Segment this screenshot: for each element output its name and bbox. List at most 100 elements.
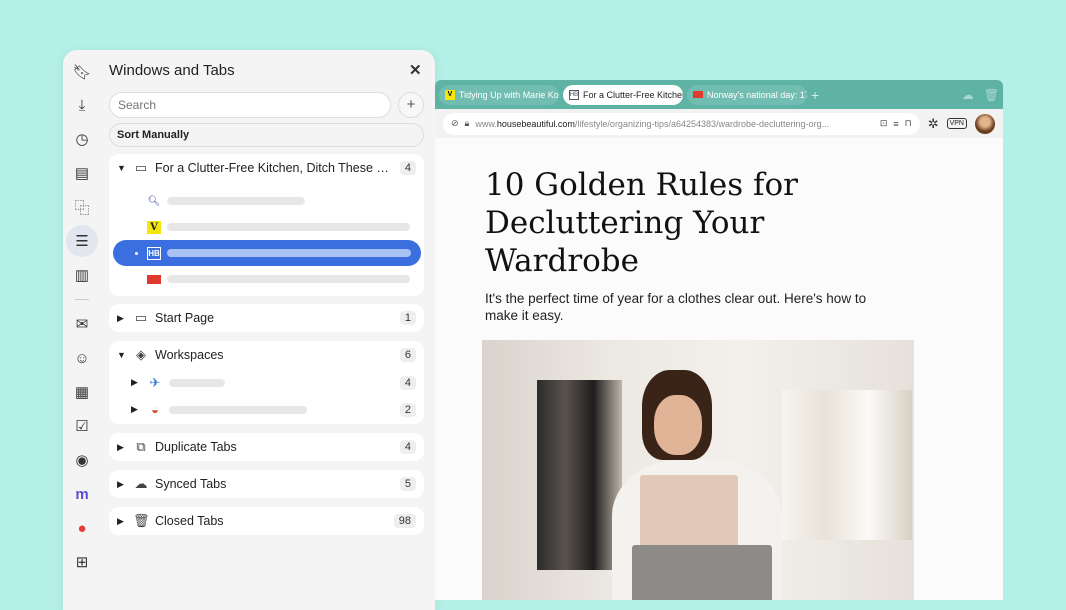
history-icon[interactable]: ◷ bbox=[70, 127, 94, 151]
tab-title-placeholder bbox=[167, 223, 410, 231]
lock-icon[interactable]: 🔒︎ bbox=[465, 118, 470, 129]
vogue-favicon-icon: V bbox=[445, 90, 455, 100]
bookmark-icon[interactable]: 🔖︎ bbox=[70, 60, 94, 84]
close-icon[interactable]: ✕ bbox=[409, 61, 422, 79]
group-header[interactable]: ▶⧉Duplicate Tabs4 bbox=[109, 433, 424, 461]
tab-row[interactable]: 🔍︎ bbox=[109, 188, 424, 214]
group-header[interactable]: ▶🗑︎Closed Tabs98 bbox=[109, 507, 424, 535]
window-header[interactable]: ▼ ▭ For a Clutter-Free Kitchen, Ditch Thes… bbox=[109, 154, 424, 182]
windows-and-tabs-panel: 🔖︎ ⤓ ◷ ▤ ⿻ ☰ ▥ ✉ ☺ ▦ ☑ ◉ m ● ⊞ Windows a… bbox=[63, 50, 435, 610]
add-panel-icon[interactable]: ⊞ bbox=[70, 550, 94, 574]
group-label: Closed Tabs bbox=[155, 514, 388, 528]
url-path: /lifestyle/organizing-tips/a64254383/war… bbox=[575, 119, 829, 129]
calendar-icon[interactable]: ▦ bbox=[70, 380, 94, 404]
count-badge: 6 bbox=[400, 348, 416, 362]
mail-icon[interactable]: ✉ bbox=[70, 312, 94, 336]
address-bar-row: ⊘ 🔒︎ www.housebeautiful.com/lifestyle/or… bbox=[435, 109, 1003, 138]
expand-icon[interactable]: ▼ bbox=[117, 163, 127, 173]
group-header[interactable]: ▶☁Synced Tabs5 bbox=[109, 470, 424, 498]
window-tabs-icon[interactable]: ☰ bbox=[66, 225, 98, 257]
download-icon[interactable]: ⤓ bbox=[70, 93, 94, 117]
notes-icon[interactable]: ▤ bbox=[70, 161, 94, 185]
expand-icon[interactable]: ▶ bbox=[117, 516, 127, 527]
tab-title-placeholder bbox=[167, 197, 305, 205]
feed-icon[interactable]: ⊡ bbox=[880, 118, 888, 129]
bookmark-icon[interactable]: ⊓ bbox=[905, 118, 912, 129]
mastodon-icon[interactable]: m bbox=[70, 482, 94, 506]
plane-icon: ✈ bbox=[147, 375, 163, 391]
avatar[interactable] bbox=[975, 114, 995, 134]
search-favicon-icon: 🔍︎ bbox=[147, 195, 161, 208]
expand-icon[interactable]: ▶ bbox=[131, 377, 141, 388]
workspace-row[interactable]: ▶✈4 bbox=[109, 369, 424, 396]
sort-select[interactable]: Sort Manually bbox=[109, 123, 424, 147]
expand-icon[interactable]: ▶ bbox=[117, 442, 127, 453]
count-badge: 1 bbox=[400, 311, 416, 325]
duplicate-icon: ⧉ bbox=[133, 439, 149, 455]
url-prefix: www. bbox=[475, 119, 497, 129]
tab-bar: V Tidying Up with Marie Kon HB For a Clutt… bbox=[435, 80, 1003, 109]
translate-icon[interactable]: ⿻ bbox=[70, 195, 94, 219]
start-page-group: ▶ ▭ Start Page 1 bbox=[109, 304, 424, 332]
expand-icon[interactable]: ▶ bbox=[117, 479, 127, 490]
article-subtitle: It's the perfect time of year for a clot… bbox=[485, 290, 885, 324]
trash-icon[interactable]: 🗑︎ bbox=[984, 88, 999, 102]
expand-icon[interactable]: ▼ bbox=[117, 350, 127, 360]
hb-favicon-icon: HB bbox=[569, 90, 579, 100]
tab-row-selected[interactable]: HB bbox=[113, 240, 421, 266]
divider bbox=[75, 299, 89, 300]
vpn-button[interactable]: VPN bbox=[947, 118, 967, 129]
reading-list-icon[interactable]: ▥ bbox=[70, 263, 94, 287]
search-input[interactable] bbox=[109, 92, 391, 118]
group-label: For a Clutter-Free Kitchen, Ditch These … bbox=[155, 161, 394, 175]
reader-icon[interactable]: ≡ bbox=[893, 119, 898, 129]
trash-icon: 🗑︎ bbox=[133, 513, 149, 529]
tab-title-placeholder bbox=[167, 249, 411, 257]
duplicate-tabs-group: ▶⧉Duplicate Tabs4 bbox=[109, 433, 424, 461]
workspaces-icon: ◈ bbox=[133, 347, 149, 363]
cloud-icon[interactable]: ☁ bbox=[962, 88, 974, 102]
workspace-row[interactable]: ▶◒2 bbox=[109, 396, 424, 423]
tab-title-placeholder bbox=[167, 275, 410, 283]
browser-window: V Tidying Up with Marie Kon HB For a Clutt… bbox=[435, 80, 1003, 600]
group-header[interactable]: ▼ ◈ Workspaces 6 bbox=[109, 341, 424, 369]
count-badge: 4 bbox=[400, 161, 416, 175]
group-label: Duplicate Tabs bbox=[155, 440, 394, 454]
tab-active[interactable]: HB For a Clutter-Free Kitchen, bbox=[563, 85, 683, 105]
contacts-icon[interactable]: ☺ bbox=[70, 346, 94, 370]
article-photo bbox=[482, 340, 914, 600]
active-dot bbox=[135, 252, 138, 255]
vivaldi-icon[interactable]: ● bbox=[70, 516, 94, 540]
shield-icon[interactable]: ⊘ bbox=[451, 118, 459, 129]
group-label: Synced Tabs bbox=[155, 477, 394, 491]
window-icon: ▭ bbox=[133, 310, 149, 326]
news-favicon-icon bbox=[693, 91, 703, 98]
hb-favicon-icon: HB bbox=[147, 247, 161, 260]
address-field[interactable]: ⊘ 🔒︎ www.housebeautiful.com/lifestyle/or… bbox=[443, 113, 920, 135]
add-button[interactable]: + bbox=[398, 92, 424, 118]
article-title: 10 Golden Rules for Decluttering Your Wa… bbox=[485, 166, 825, 280]
tasks-icon[interactable]: ☑ bbox=[70, 414, 94, 438]
group-header[interactable]: ▶ ▭ Start Page 1 bbox=[109, 304, 424, 332]
expand-icon[interactable]: ▶ bbox=[117, 313, 127, 324]
feeds-icon[interactable]: ◉ bbox=[70, 448, 94, 472]
cloud-icon: ☁ bbox=[133, 476, 149, 492]
synced-tabs-group: ▶☁Synced Tabs5 bbox=[109, 470, 424, 498]
expand-icon[interactable]: ▶ bbox=[131, 404, 141, 415]
bowl-icon: ◒ bbox=[147, 402, 163, 417]
tab-label: For a Clutter-Free Kitchen, bbox=[583, 90, 683, 100]
group-label: Start Page bbox=[155, 311, 394, 325]
tab-label: Norway's national day: 17t bbox=[707, 90, 807, 100]
tab-row[interactable] bbox=[109, 266, 424, 292]
window-icon: ▭ bbox=[133, 160, 149, 176]
new-tab-button[interactable]: + bbox=[811, 87, 819, 103]
tab-label: Tidying Up with Marie Kon bbox=[459, 90, 559, 100]
tab[interactable]: V Tidying Up with Marie Kon bbox=[439, 85, 559, 105]
workspaces-group: ▼◈Workspaces6 ▶✈4 ▶◒2 bbox=[109, 341, 424, 424]
tab-row[interactable]: V bbox=[109, 214, 424, 240]
news-favicon-icon bbox=[147, 275, 161, 284]
tab[interactable]: Norway's national day: 17t bbox=[687, 85, 807, 105]
url-domain: housebeautiful.com bbox=[497, 119, 575, 129]
extensions-icon[interactable]: ✲ bbox=[928, 116, 939, 132]
group-label: Workspaces bbox=[155, 348, 394, 362]
